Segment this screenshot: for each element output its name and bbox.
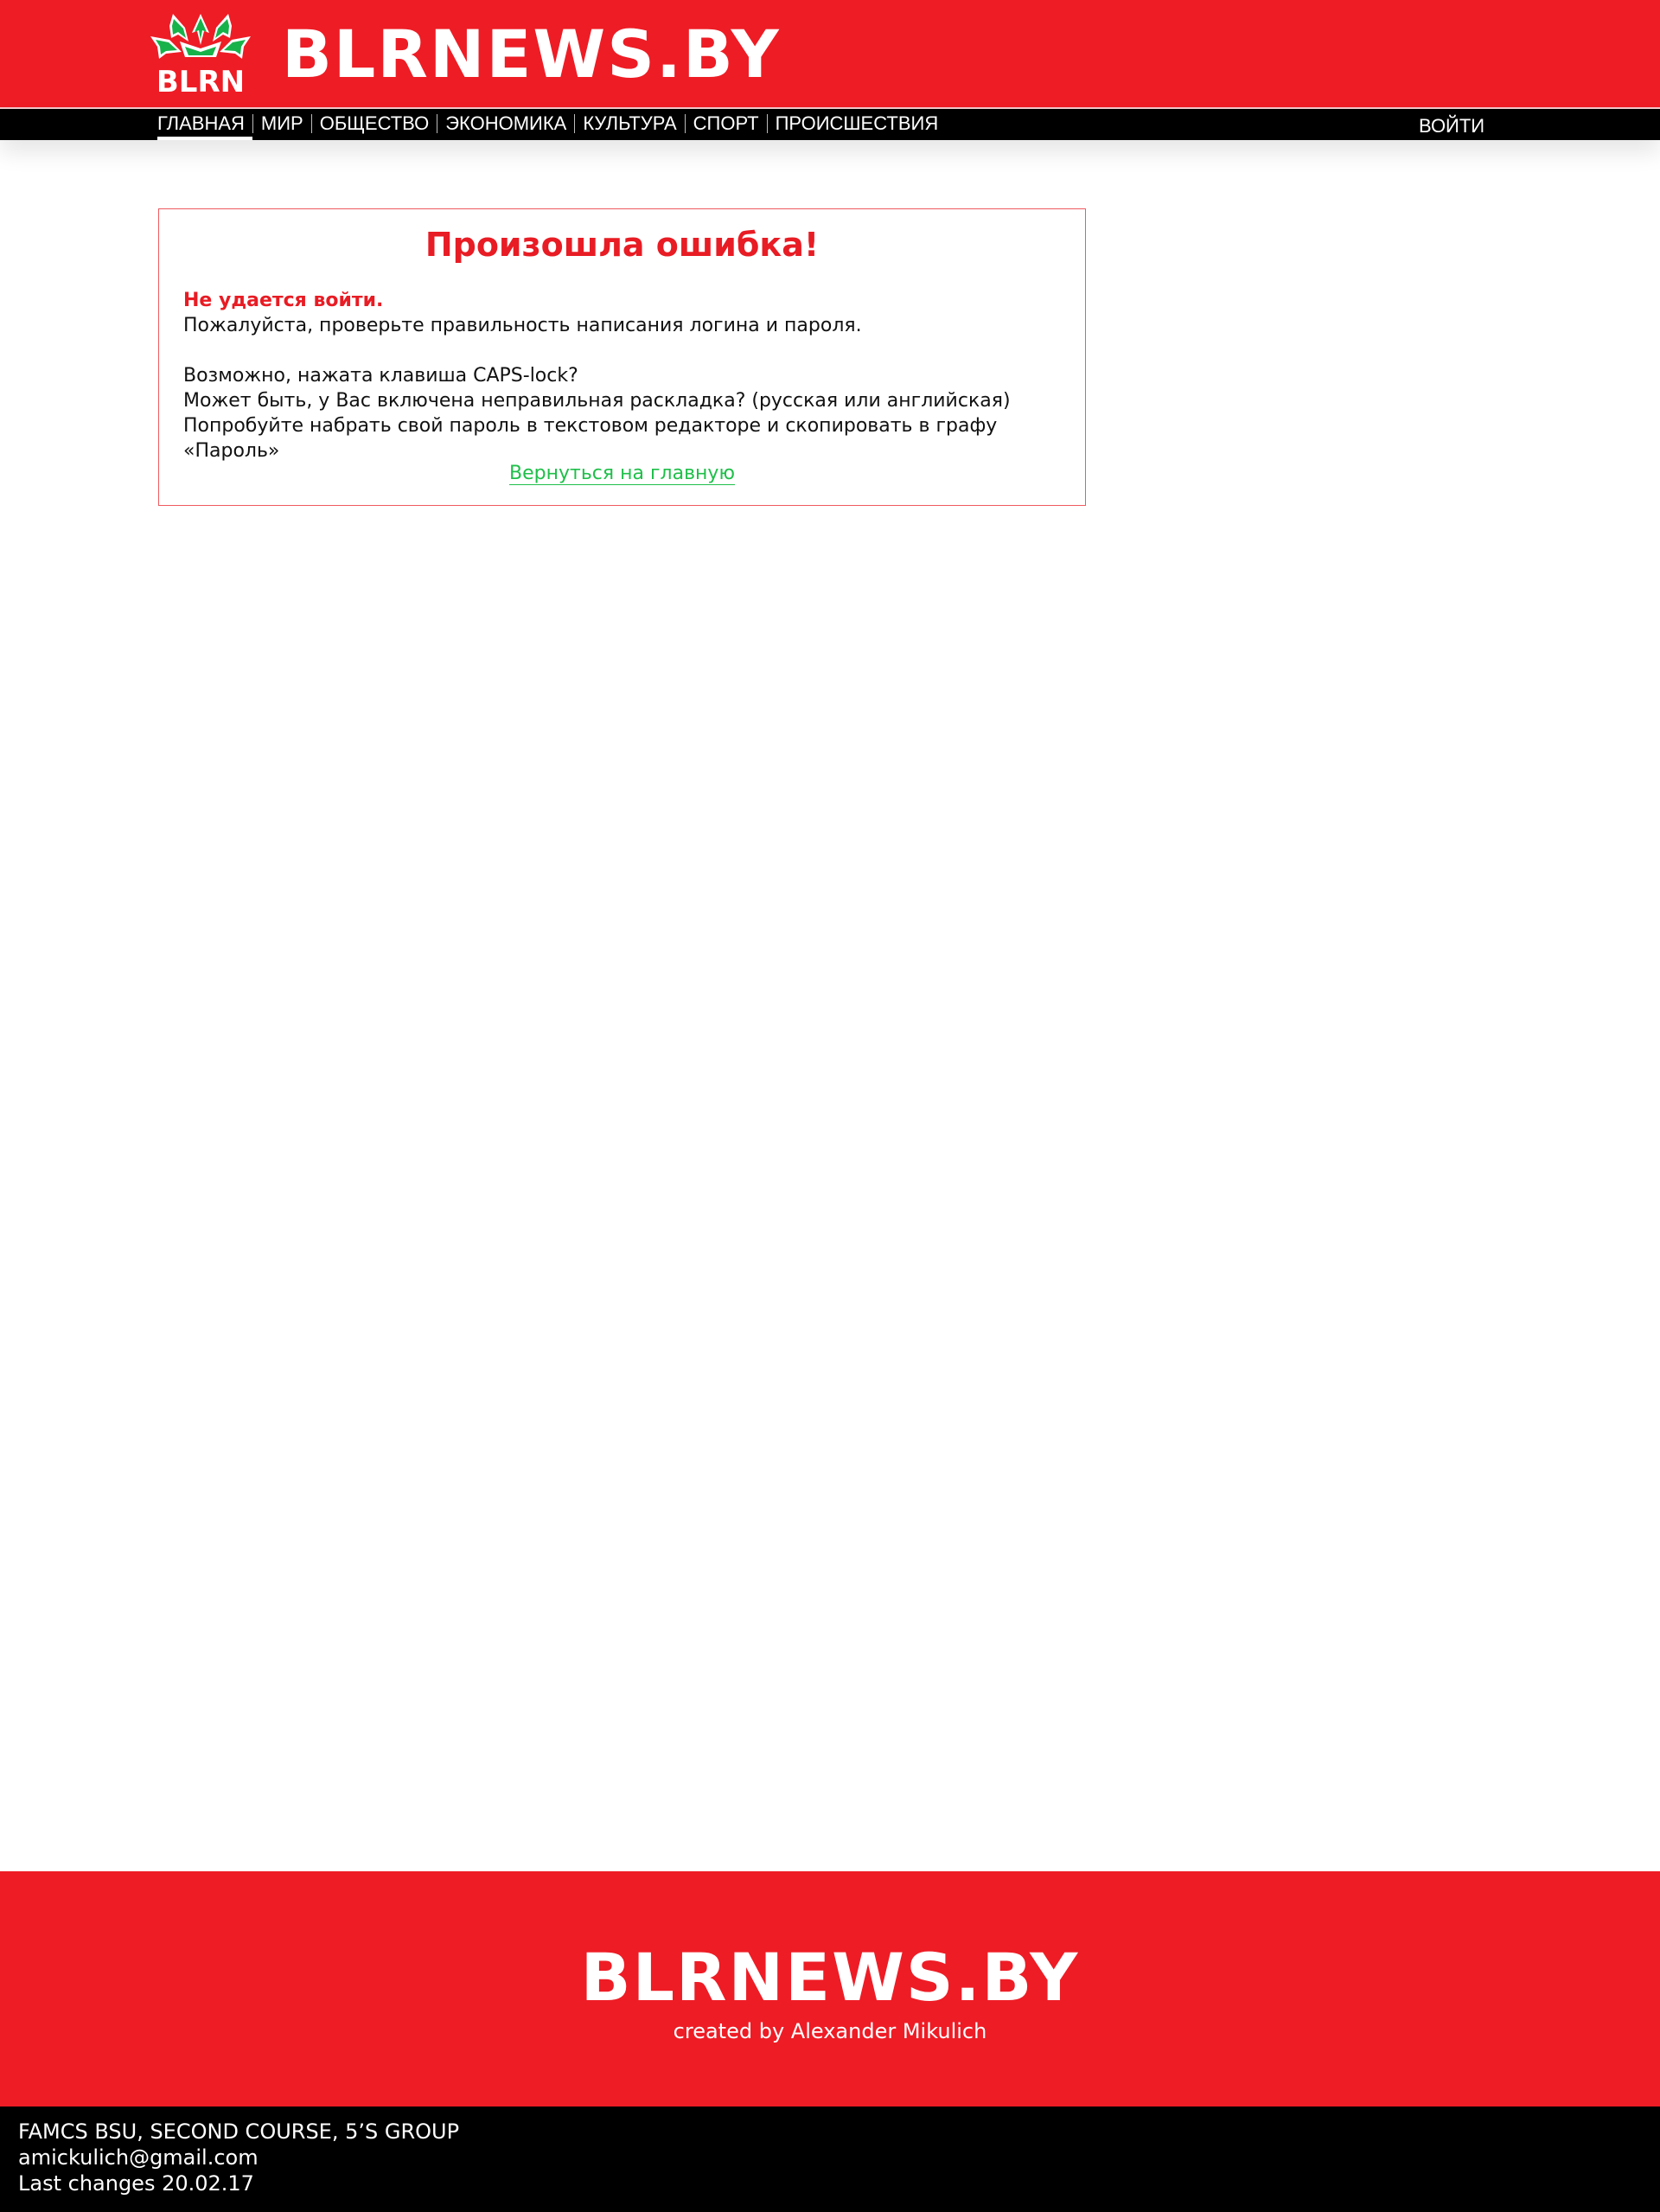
login-link[interactable]: ВОЙТИ [1419,115,1484,137]
nav-item-society[interactable]: ОБЩЕСТВО [312,112,437,135]
error-text-line: Попробуйте набрать свой пароль в текстов… [183,415,998,462]
nav-item-economy[interactable]: ЭКОНОМИКА [437,112,574,135]
footer-info-bar: FAMCS BSU, SECOND COURSE, 5’S GROUP amic… [0,2107,1660,2212]
error-message-box: Произошла ошибка! Не удается войти. Пожа… [158,208,1086,506]
nav-item-main[interactable]: ГЛАВНАЯ [157,112,252,140]
main-nav: ГЛАВНАЯ МИР ОБЩЕСТВО ЭКОНОМИКА КУЛЬТУРА … [0,109,1660,140]
footer-title: BLRNEWS.BY [580,1939,1080,2016]
blrn-logo[interactable]: BLRN [147,7,254,97]
back-to-home-link[interactable]: Вернуться на главную [509,463,735,485]
footer-credit: created by Alexander Mikulich [673,2019,987,2043]
footer-info-last-changes: Last changes 20.02.17 [18,2171,254,2196]
error-text-line: Может быть, у Вас включена неправильная … [183,390,1011,412]
error-body: Не удается войти. Пожалуйста, проверьте … [183,288,1057,463]
footer-info-course: FAMCS BSU, SECOND COURSE, 5’S GROUP [18,2119,460,2144]
site-title[interactable]: BLRNEWS.BY [282,16,781,93]
back-link-wrapper: Вернуться на главную [159,462,1085,486]
error-text-line: Возможно, нажата клавиша CAPS-lock? [183,365,578,387]
error-subtitle: Не удается войти. [183,290,384,311]
nav-item-incidents[interactable]: ПРОИСШЕСТВИЯ [768,112,947,135]
error-text-line: Пожалуйста, проверьте правильность напис… [183,315,862,336]
nav-menu: ГЛАВНАЯ МИР ОБЩЕСТВО ЭКОНОМИКА КУЛЬТУРА … [157,112,947,140]
error-title: Произошла ошибка! [425,226,820,264]
nav-item-culture[interactable]: КУЛЬТУРА [575,112,684,135]
nav-item-world[interactable]: МИР [253,112,311,135]
footer-brand: BLRNEWS.BY created by Alexander Mikulich [0,1871,1660,2107]
footer-info: FAMCS BSU, SECOND COURSE, 5’S GROUP amic… [18,2119,459,2196]
logo-text: BLRN [156,65,245,97]
site-header: BLRN BLRNEWS.BY [0,0,1660,107]
nav-item-sport[interactable]: СПОРТ [686,112,767,135]
footer-info-email: amickulich@gmail.com [18,2145,259,2170]
